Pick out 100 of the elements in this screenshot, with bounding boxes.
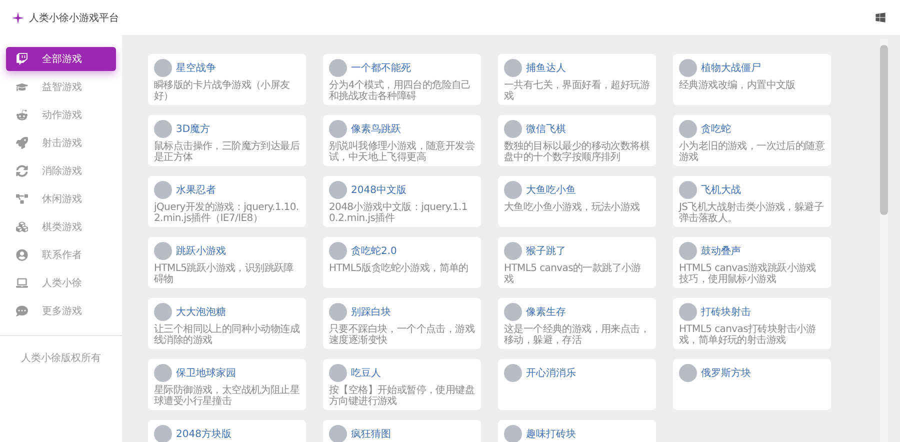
game-thumbnail (504, 181, 522, 199)
sidebar-item[interactable]: 射击游戏 (6, 131, 116, 155)
game-title[interactable]: 打砖块射击 (701, 305, 751, 319)
game-description: 星际防御游戏，太空战机为阻止星球遭受小行星撞击 (154, 385, 300, 407)
game-description: 这是一个经典的游戏，用来点击，移动，躲避，存活 (504, 324, 650, 346)
game-card[interactable]: 贪吃蛇2.0 HTML5版贪吃蛇小游戏，简单的 (323, 237, 481, 288)
game-title[interactable]: 飞机大战 (701, 183, 741, 197)
game-title[interactable]: 大大泡泡糖 (176, 305, 226, 319)
game-card[interactable]: 吃豆人 按【空格】开始或暂停，使用键盘方向键进行游戏 (323, 359, 481, 410)
game-title[interactable]: 保卫地球家园 (176, 366, 236, 380)
game-thumbnail (679, 59, 697, 77)
game-thumbnail (679, 364, 697, 382)
game-thumbnail (504, 59, 522, 77)
game-description: 别说叫我修理小游戏，随意开发尝试，中天地上飞得更高 (329, 141, 475, 163)
game-thumbnail (504, 242, 522, 260)
game-card[interactable]: 别踩白块 只要不踩白块，一个个点击，游戏速度逐渐变快 (323, 298, 481, 349)
game-title[interactable]: 微信飞棋 (526, 122, 566, 136)
game-title[interactable]: 吃豆人 (351, 366, 381, 380)
game-title[interactable]: 星空战争 (176, 61, 216, 75)
game-card[interactable]: 微信飞棋 数独的目标以最少的移动次数将棋盘中的十个数字按顺序排列 (498, 115, 656, 166)
game-title[interactable]: 一个都不能死 (351, 61, 411, 75)
sidebar-item[interactable]: 消除游戏 (6, 159, 116, 183)
game-thumbnail (154, 242, 172, 260)
game-description: HTML5跳跃小游戏，识别跳跃障碍物 (154, 263, 294, 285)
game-thumbnail (154, 120, 172, 138)
sidebar-item[interactable]: 休闲游戏 (6, 187, 116, 211)
game-title[interactable]: 疯狂猜图 (351, 427, 391, 441)
game-thumbnail (329, 364, 347, 382)
game-description: 鼠标点击操作，三阶魔方到达最后是正方体 (154, 141, 300, 163)
game-title[interactable]: 大鱼吃小鱼 (526, 183, 576, 197)
game-title[interactable]: 跳跃小游戏 (176, 244, 226, 258)
game-thumbnail (329, 120, 347, 138)
cubes-icon (16, 221, 28, 233)
game-title[interactable]: 像素生存 (526, 305, 566, 319)
sidebar-item[interactable]: 棋类游戏 (6, 215, 116, 239)
game-thumbnail (329, 425, 347, 442)
sidebar-item[interactable]: 人类小徐 (6, 271, 116, 295)
game-card[interactable]: 俄罗斯方块 (673, 359, 831, 410)
scrollbar[interactable] (880, 39, 888, 442)
game-title[interactable]: 2048中文版 (351, 183, 406, 197)
game-title[interactable]: 植物大战僵尸 (701, 61, 761, 75)
game-thumbnail (329, 303, 347, 321)
game-card[interactable]: 大鱼吃小鱼 大鱼吃小鱼小游戏，玩法小游戏 (498, 176, 656, 227)
game-card[interactable]: 植物大战僵尸 经典游戏改编，内置中文版 (673, 54, 831, 105)
game-title[interactable]: 水果忍者 (176, 183, 216, 197)
game-description: HTML5 canvas游戏跳跃小游戏技巧，使用鼠标小游戏 (679, 263, 817, 285)
game-card[interactable]: 贪吃蛇 小为老旧的游戏，一次过后的随意游戏 (673, 115, 831, 166)
game-card[interactable]: 猴子跳了 HTML5 canvas的一款跳了小游戏 (498, 237, 656, 288)
game-thumbnail (679, 242, 697, 260)
game-card[interactable]: 开心消消乐 (498, 359, 656, 410)
sidebar-item[interactable]: 更多游戏 (6, 299, 116, 323)
user-icon (16, 249, 28, 261)
game-description: JS飞机大战射击类小游戏，躲避子弹击落敌人。 (679, 202, 824, 224)
game-card[interactable]: 2048中文版 2048小游戏中文版：jquery.1.10.2.min.js插件 (323, 176, 481, 227)
game-card[interactable]: 鼓动叠声 HTML5 canvas游戏跳跃小游戏技巧，使用鼠标小游戏 (673, 237, 831, 288)
sidebar-item[interactable]: 联系作者 (6, 243, 116, 267)
game-title[interactable]: 捕鱼达人 (526, 61, 566, 75)
game-thumbnail (504, 120, 522, 138)
sidebar-item[interactable]: 动作游戏 (6, 103, 116, 127)
game-card[interactable]: 捕鱼达人 一共有七关，界面好看，超好玩游戏 (498, 54, 656, 105)
game-description: 经典游戏改编，内置中文版 (679, 80, 796, 91)
game-card[interactable]: 像素生存 这是一个经典的游戏，用来点击，移动，躲避，存活 (498, 298, 656, 349)
game-card[interactable]: 趣味打砖块 (498, 420, 656, 442)
game-card[interactable]: 疯狂猜图 (323, 420, 481, 442)
game-title[interactable]: 俄罗斯方块 (701, 366, 751, 380)
game-card[interactable]: 跳跃小游戏 HTML5跳跃小游戏，识别跳跃障碍物 (148, 237, 306, 288)
sidebar-item[interactable]: 全部游戏 (6, 47, 116, 71)
game-description: 分为4个模式，用四台的危险自己和挑战攻击各种障碍 (329, 80, 472, 102)
game-description: HTML5 canvas打砖块射击小游戏，简单好玩的射击游戏 (679, 324, 817, 346)
game-description: 小为老旧的游戏，一次过后的随意游戏 (679, 141, 825, 163)
game-title[interactable]: 贪吃蛇 (701, 122, 731, 136)
game-description: 让三个相同以上的同种小动物连成线消除的游戏 (154, 324, 300, 346)
game-card[interactable]: 水果忍者 jQuery开发的游戏：jquery.1.10.2.min.js插件（IE7/IE8） (148, 176, 306, 227)
game-card[interactable]: 3D魔方 鼠标点击操作，三阶魔方到达最后是正方体 (148, 115, 306, 166)
game-title[interactable]: 3D魔方 (176, 122, 210, 136)
game-description: jQuery开发的游戏：jquery.1.10.2.min.js插件（IE7/IE8） (154, 202, 300, 224)
game-title[interactable]: 趣味打砖块 (526, 427, 576, 441)
game-thumbnail (329, 181, 347, 199)
game-card[interactable]: 打砖块射击 HTML5 canvas打砖块射击小游戏，简单好玩的射击游戏 (673, 298, 831, 349)
game-card[interactable]: 像素鸟跳跃 别说叫我修理小游戏，随意开发尝试，中天地上飞得更高 (323, 115, 481, 166)
game-card[interactable]: 保卫地球家园 星际防御游戏，太空战机为阻止星球遭受小行星撞击 (148, 359, 306, 410)
sidebar-item[interactable]: 益智游戏 (6, 75, 116, 99)
game-card[interactable]: 大大泡泡糖 让三个相同以上的同种小动物连成线消除的游戏 (148, 298, 306, 349)
game-title[interactable]: 鼓动叠声 (701, 244, 741, 258)
game-card[interactable]: 星空战争 瞬移版的卡片战争游戏（小屏友好） (148, 54, 306, 105)
game-card[interactable]: 一个都不能死 分为4个模式，用四台的危险自己和挑战攻击各种障碍 (323, 54, 481, 105)
logo-icon (12, 12, 24, 24)
game-title[interactable]: 开心消消乐 (526, 366, 576, 380)
graduation-cap-icon (16, 81, 28, 93)
game-title[interactable]: 像素鸟跳跃 (351, 122, 401, 136)
game-card[interactable]: 2048方块版 (148, 420, 306, 442)
game-description: HTML5版贪吃蛇小游戏，简单的 (329, 263, 470, 274)
game-title[interactable]: 猴子跳了 (526, 244, 566, 258)
game-title[interactable]: 贪吃蛇2.0 (351, 244, 397, 258)
windows-icon[interactable] (875, 12, 886, 23)
game-title[interactable]: 2048方块版 (176, 427, 232, 441)
game-card[interactable]: 飞机大战 JS飞机大战射击类小游戏，躲避子弹击落敌人。 (673, 176, 831, 227)
game-description: 一共有七关，界面好看，超好玩游戏 (504, 80, 650, 102)
game-thumbnail (329, 59, 347, 77)
game-title[interactable]: 别踩白块 (351, 305, 391, 319)
